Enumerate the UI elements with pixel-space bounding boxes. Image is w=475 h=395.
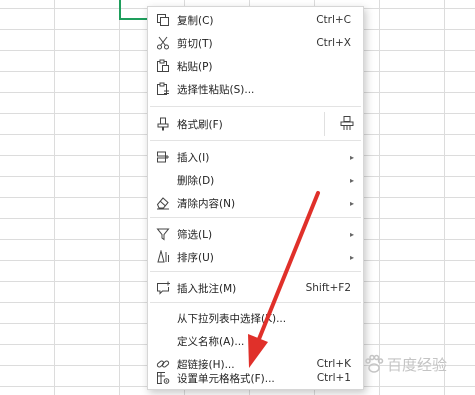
menu-item-label: 删除(D) [177, 174, 215, 187]
menu-item-pick-from-dropdown[interactable]: 从下拉列表中选择(K)... [148, 307, 363, 329]
menu-item-shortcut: Ctrl+X [316, 37, 351, 49]
menu-item-insert-comment[interactable]: 插入批注(M) Shift+F2 [148, 277, 363, 299]
menu-item-paste-special[interactable]: 选择性粘贴(S)... [148, 78, 363, 100]
menu-separator [150, 106, 361, 107]
submenu-arrow-icon: ▸ [349, 175, 354, 185]
menu-separator [150, 217, 361, 218]
paste-special-icon [156, 82, 170, 96]
menu-item-clear-contents[interactable]: 清除内容(N) ▸ [148, 192, 363, 214]
blank-icon [156, 173, 170, 187]
menu-item-label: 选择性粘贴(S)... [177, 83, 255, 96]
copy-icon [156, 13, 170, 27]
paw-logo-icon [365, 354, 384, 373]
format-brush-shortcut-icon[interactable] [339, 115, 355, 131]
menu-item-shortcut: Ctrl+1 [316, 372, 351, 384]
menu-divider [324, 112, 325, 136]
menu-separator [150, 140, 361, 141]
menu-item-copy[interactable]: 复制(C) Ctrl+C [148, 9, 363, 31]
menu-item-insert[interactable]: 插入(I) ▸ [148, 146, 363, 168]
submenu-arrow-icon: ▸ [349, 229, 354, 239]
comment-icon [156, 281, 170, 295]
eraser-icon [156, 196, 170, 210]
menu-item-label: 清除内容(N) [177, 197, 236, 210]
menu-separator [150, 302, 361, 303]
menu-item-shortcut: Shift+F2 [305, 282, 351, 294]
blank-icon [156, 334, 170, 348]
context-menu: 复制(C) Ctrl+C 剪切(T) Ctrl+X 粘贴(P) 选择性粘贴(S)… [147, 6, 364, 390]
watermark-text: 百度经验 [387, 355, 448, 374]
menu-item-format-cells[interactable]: 设置单元格格式(F)... Ctrl+1 [148, 367, 363, 389]
paste-icon [156, 59, 170, 73]
menu-item-define-name[interactable]: 定义名称(A)... [148, 330, 363, 352]
menu-item-sort[interactable]: 排序(U) ▸ [148, 246, 363, 268]
menu-item-label: 剪切(T) [177, 37, 213, 50]
filter-icon [156, 227, 170, 241]
menu-item-delete[interactable]: 删除(D) ▸ [148, 169, 363, 191]
blank-icon [156, 311, 170, 325]
sort-icon [156, 250, 170, 264]
menu-item-format-painter[interactable]: 格式刷(F) [148, 113, 363, 135]
menu-item-label: 插入(I) [177, 151, 210, 164]
insert-icon [156, 150, 170, 164]
menu-item-label: 复制(C) [177, 14, 214, 27]
submenu-arrow-icon: ▸ [349, 198, 354, 208]
scissors-icon [156, 36, 170, 50]
menu-item-label: 定义名称(A)... [177, 335, 245, 348]
submenu-arrow-icon: ▸ [349, 152, 354, 162]
menu-item-paste[interactable]: 粘贴(P) [148, 55, 363, 77]
menu-item-label: 设置单元格格式(F)... [177, 372, 275, 385]
format-brush-icon [156, 117, 170, 131]
menu-item-cut[interactable]: 剪切(T) Ctrl+X [148, 32, 363, 54]
menu-item-label: 插入批注(M) [177, 282, 237, 295]
menu-item-label: 格式刷(F) [177, 118, 223, 131]
menu-item-label: 排序(U) [177, 251, 214, 264]
menu-item-shortcut: Ctrl+C [316, 14, 351, 26]
submenu-arrow-icon: ▸ [349, 252, 354, 262]
menu-separator [150, 271, 361, 272]
watermark: 百度经验 [363, 342, 475, 386]
menu-item-label: 筛选(L) [177, 228, 213, 241]
format-cells-icon [156, 371, 170, 385]
menu-item-label: 从下拉列表中选择(K)... [177, 312, 287, 325]
menu-item-filter[interactable]: 筛选(L) ▸ [148, 223, 363, 245]
menu-item-label: 粘贴(P) [177, 60, 213, 73]
